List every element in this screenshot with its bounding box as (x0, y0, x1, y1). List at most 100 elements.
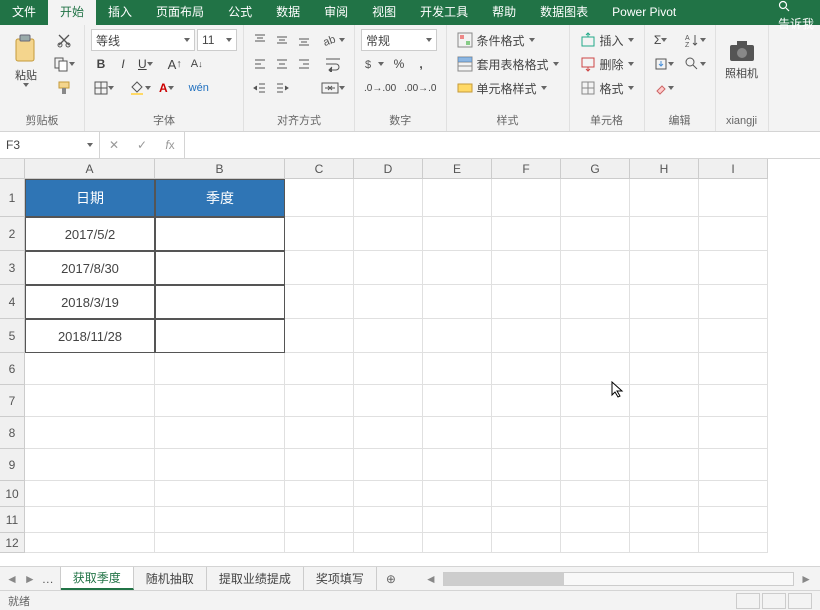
column-header[interactable]: G (561, 159, 630, 179)
table-format-button[interactable]: 套用表格格式 (453, 53, 563, 75)
cell[interactable] (423, 507, 492, 533)
cell[interactable] (155, 449, 285, 481)
italic-button[interactable]: I (113, 53, 133, 75)
row-header[interactable]: 12 (0, 533, 25, 553)
column-header[interactable]: I (699, 159, 768, 179)
cell[interactable] (630, 507, 699, 533)
cell[interactable] (285, 417, 354, 449)
cell[interactable] (25, 353, 155, 385)
cell[interactable] (561, 319, 630, 353)
cell[interactable] (699, 251, 768, 285)
row-header[interactable]: 9 (0, 449, 25, 481)
tab-dev[interactable]: 开发工具 (408, 0, 480, 25)
delete-cells-button[interactable]: 删除 (576, 53, 638, 75)
cell[interactable] (699, 353, 768, 385)
cell[interactable] (561, 533, 630, 553)
underline-button[interactable]: U (135, 53, 156, 75)
increase-decimal-button[interactable]: .0→.00 (361, 77, 399, 99)
cell[interactable] (285, 449, 354, 481)
cell[interactable] (354, 507, 423, 533)
cell[interactable] (492, 319, 561, 353)
sheet-tab-1[interactable]: 随机抽取 (134, 567, 207, 590)
cell[interactable] (155, 481, 285, 507)
cell[interactable] (630, 481, 699, 507)
cell[interactable] (423, 179, 492, 217)
cell[interactable] (25, 507, 155, 533)
horizontal-scrollbar[interactable]: ◄ ► (405, 567, 820, 590)
cell[interactable] (630, 385, 699, 417)
cell[interactable] (423, 285, 492, 319)
fill-button[interactable] (651, 53, 677, 75)
cell[interactable] (492, 449, 561, 481)
increase-font-button[interactable]: A↑ (165, 53, 185, 75)
column-header[interactable]: D (354, 159, 423, 179)
tab-review[interactable]: 审阅 (312, 0, 360, 25)
cell[interactable] (492, 285, 561, 319)
tab-page-layout[interactable]: 页面布局 (144, 0, 216, 25)
grid[interactable]: ABCDEFGHI 123456789101112 日期季度2017/5/220… (0, 159, 820, 566)
column-header[interactable]: C (285, 159, 354, 179)
column-header[interactable]: A (25, 159, 155, 179)
row-header[interactable]: 7 (0, 385, 25, 417)
align-bottom-button[interactable] (294, 29, 314, 51)
cell[interactable] (630, 251, 699, 285)
fx-button[interactable]: fx (156, 132, 184, 158)
autosum-button[interactable]: Σ (651, 29, 671, 51)
row-header[interactable]: 2 (0, 217, 25, 251)
cell[interactable] (354, 179, 423, 217)
cell[interactable] (285, 353, 354, 385)
phonetic-button[interactable]: wén (186, 77, 212, 99)
align-center-button[interactable] (272, 53, 292, 75)
currency-button[interactable]: $ (361, 53, 387, 75)
cell[interactable] (354, 449, 423, 481)
cell[interactable] (630, 217, 699, 251)
decrease-indent-button[interactable] (250, 77, 270, 99)
cell[interactable] (561, 417, 630, 449)
cell[interactable] (630, 533, 699, 553)
normal-view-button[interactable] (736, 593, 760, 609)
cell[interactable] (630, 417, 699, 449)
cell[interactable] (354, 319, 423, 353)
row-header[interactable]: 8 (0, 417, 25, 449)
cell[interactable] (561, 251, 630, 285)
cell[interactable] (155, 353, 285, 385)
enter-formula-button[interactable]: ✓ (128, 132, 156, 158)
cancel-formula-button[interactable]: ✕ (100, 132, 128, 158)
cell[interactable] (630, 285, 699, 319)
sheet-tab-3[interactable]: 奖项填写 (304, 567, 377, 590)
insert-cells-button[interactable]: 插入 (576, 29, 638, 51)
tab-help[interactable]: 帮助 (480, 0, 528, 25)
cell[interactable]: 季度 (155, 179, 285, 217)
orientation-button[interactable]: ab (318, 29, 348, 51)
row-header[interactable]: 5 (0, 319, 25, 353)
name-box[interactable]: F3 (0, 132, 100, 158)
format-cells-button[interactable]: 格式 (576, 77, 638, 99)
cell[interactable] (155, 217, 285, 251)
column-header[interactable]: H (630, 159, 699, 179)
bold-button[interactable]: B (91, 53, 111, 75)
tab-file[interactable]: 文件 (0, 0, 48, 25)
cell[interactable] (699, 217, 768, 251)
cell[interactable]: 2017/8/30 (25, 251, 155, 285)
nav-prev-icon[interactable]: ◄ (6, 572, 18, 586)
cell[interactable] (492, 507, 561, 533)
cell[interactable] (285, 507, 354, 533)
cell[interactable] (561, 179, 630, 217)
cell[interactable] (25, 481, 155, 507)
nav-next-icon[interactable]: ► (24, 572, 36, 586)
fill-color-button[interactable] (126, 77, 154, 99)
cell[interactable] (561, 507, 630, 533)
font-color-button[interactable]: A (156, 77, 177, 99)
cell[interactable] (699, 179, 768, 217)
column-header[interactable]: F (492, 159, 561, 179)
cell[interactable] (354, 417, 423, 449)
cell[interactable] (492, 533, 561, 553)
row-header[interactable]: 11 (0, 507, 25, 533)
cell[interactable] (561, 217, 630, 251)
number-format-select[interactable]: 常规 (361, 29, 437, 51)
add-sheet-button[interactable]: ⊕ (377, 567, 405, 590)
sort-filter-button[interactable]: AZ (681, 29, 709, 51)
cell[interactable] (155, 285, 285, 319)
cell[interactable] (492, 353, 561, 385)
page-break-view-button[interactable] (788, 593, 812, 609)
